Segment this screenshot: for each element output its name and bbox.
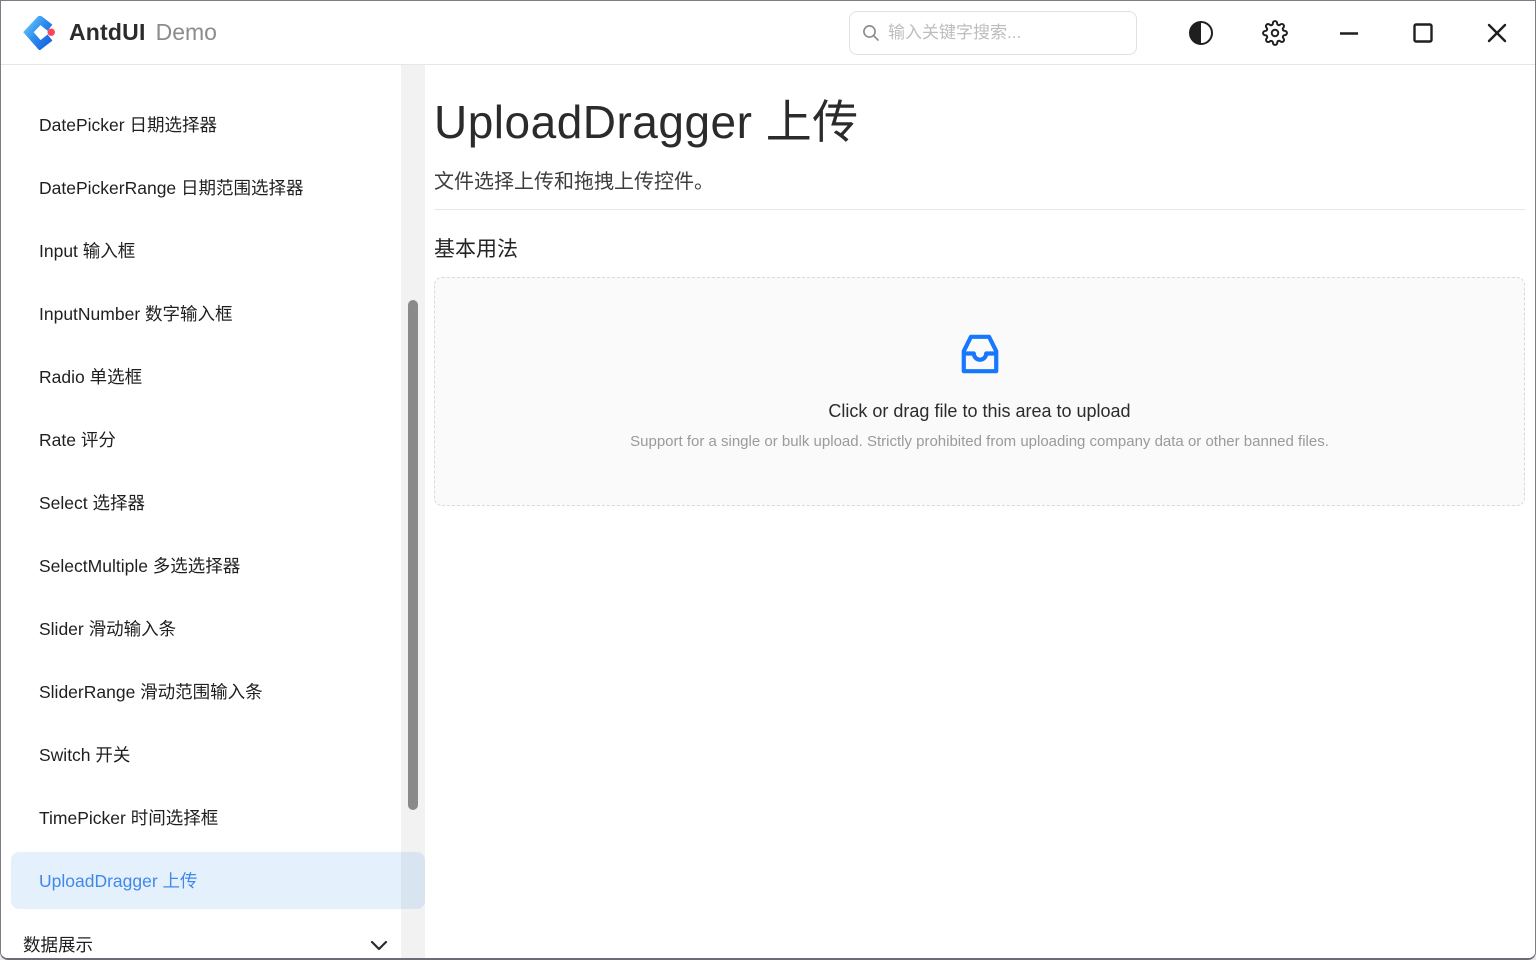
page-title: UploadDragger 上传 [434, 86, 1525, 152]
sidebar-item-selectmultiple[interactable]: SelectMultiple 多选选择器 [1, 534, 425, 597]
sidebar-item-timepicker[interactable]: TimePicker 时间选择框 [1, 786, 425, 849]
sidebar-item-sliderrange[interactable]: SliderRange 滑动范围输入条 [1, 660, 425, 723]
app-logo-icon [23, 16, 57, 50]
maximize-button[interactable] [1399, 9, 1447, 57]
upload-hint-text: Support for a single or bulk upload. Str… [630, 433, 1329, 450]
sidebar-item-switch[interactable]: Switch 开关 [1, 723, 425, 786]
app-name: AntdUI [69, 19, 146, 46]
search-icon [862, 24, 880, 42]
main-content: UploadDragger 上传 文件选择上传和拖拽上传控件。 基本用法 Cli… [425, 65, 1535, 958]
inbox-icon [957, 333, 1003, 375]
titlebar: AntdUI Demo [1, 1, 1535, 65]
sidebar-group-data-display[interactable]: 数据展示 [1, 913, 425, 958]
page-description: 文件选择上传和拖拽上传控件。 [434, 165, 1525, 194]
minimize-icon [1336, 20, 1362, 46]
sidebar-group-label: 数据展示 [23, 932, 93, 957]
sidebar-item-datepickerrange[interactable]: DatePickerRange 日期范围选择器 [1, 156, 425, 219]
titlebar-buttons [1151, 9, 1521, 57]
sidebar-item-select[interactable]: Select 选择器 [1, 471, 425, 534]
sidebar-nav-list: DatePicker 日期选择器DatePickerRange 日期范围选择器I… [1, 65, 425, 909]
upload-main-text: Click or drag file to this area to uploa… [828, 401, 1130, 422]
minimize-button[interactable] [1325, 9, 1373, 57]
sidebar-item-radio[interactable]: Radio 单选框 [1, 345, 425, 408]
close-button[interactable] [1473, 9, 1521, 57]
app-subtitle: Demo [156, 19, 217, 46]
chevron-down-icon [367, 933, 391, 957]
app-title: AntdUI Demo [69, 19, 217, 46]
maximize-icon [1410, 20, 1436, 46]
search-box[interactable] [849, 11, 1137, 55]
sidebar: DatePicker 日期选择器DatePickerRange 日期范围选择器I… [1, 65, 425, 958]
sidebar-item-slider[interactable]: Slider 滑动输入条 [1, 597, 425, 660]
theme-half-circle-icon [1188, 20, 1214, 46]
upload-dragger[interactable]: Click or drag file to this area to uploa… [434, 277, 1525, 506]
close-icon [1484, 20, 1510, 46]
sidebar-item-uploaddragger[interactable]: UploadDragger 上传 [11, 852, 425, 909]
settings-button[interactable] [1251, 9, 1299, 57]
sidebar-item-rate[interactable]: Rate 评分 [1, 408, 425, 471]
divider [434, 209, 1525, 210]
sidebar-item-input[interactable]: Input 输入框 [1, 219, 425, 282]
section-heading-basic-usage: 基本用法 [434, 233, 1525, 263]
sidebar-item-inputnumber[interactable]: InputNumber 数字输入框 [1, 282, 425, 345]
sidebar-item-datepicker[interactable]: DatePicker 日期选择器 [1, 93, 425, 156]
gear-icon [1262, 20, 1288, 46]
search-input[interactable] [888, 23, 1124, 43]
app-window: AntdUI Demo [0, 0, 1536, 960]
theme-toggle-button[interactable] [1177, 9, 1225, 57]
